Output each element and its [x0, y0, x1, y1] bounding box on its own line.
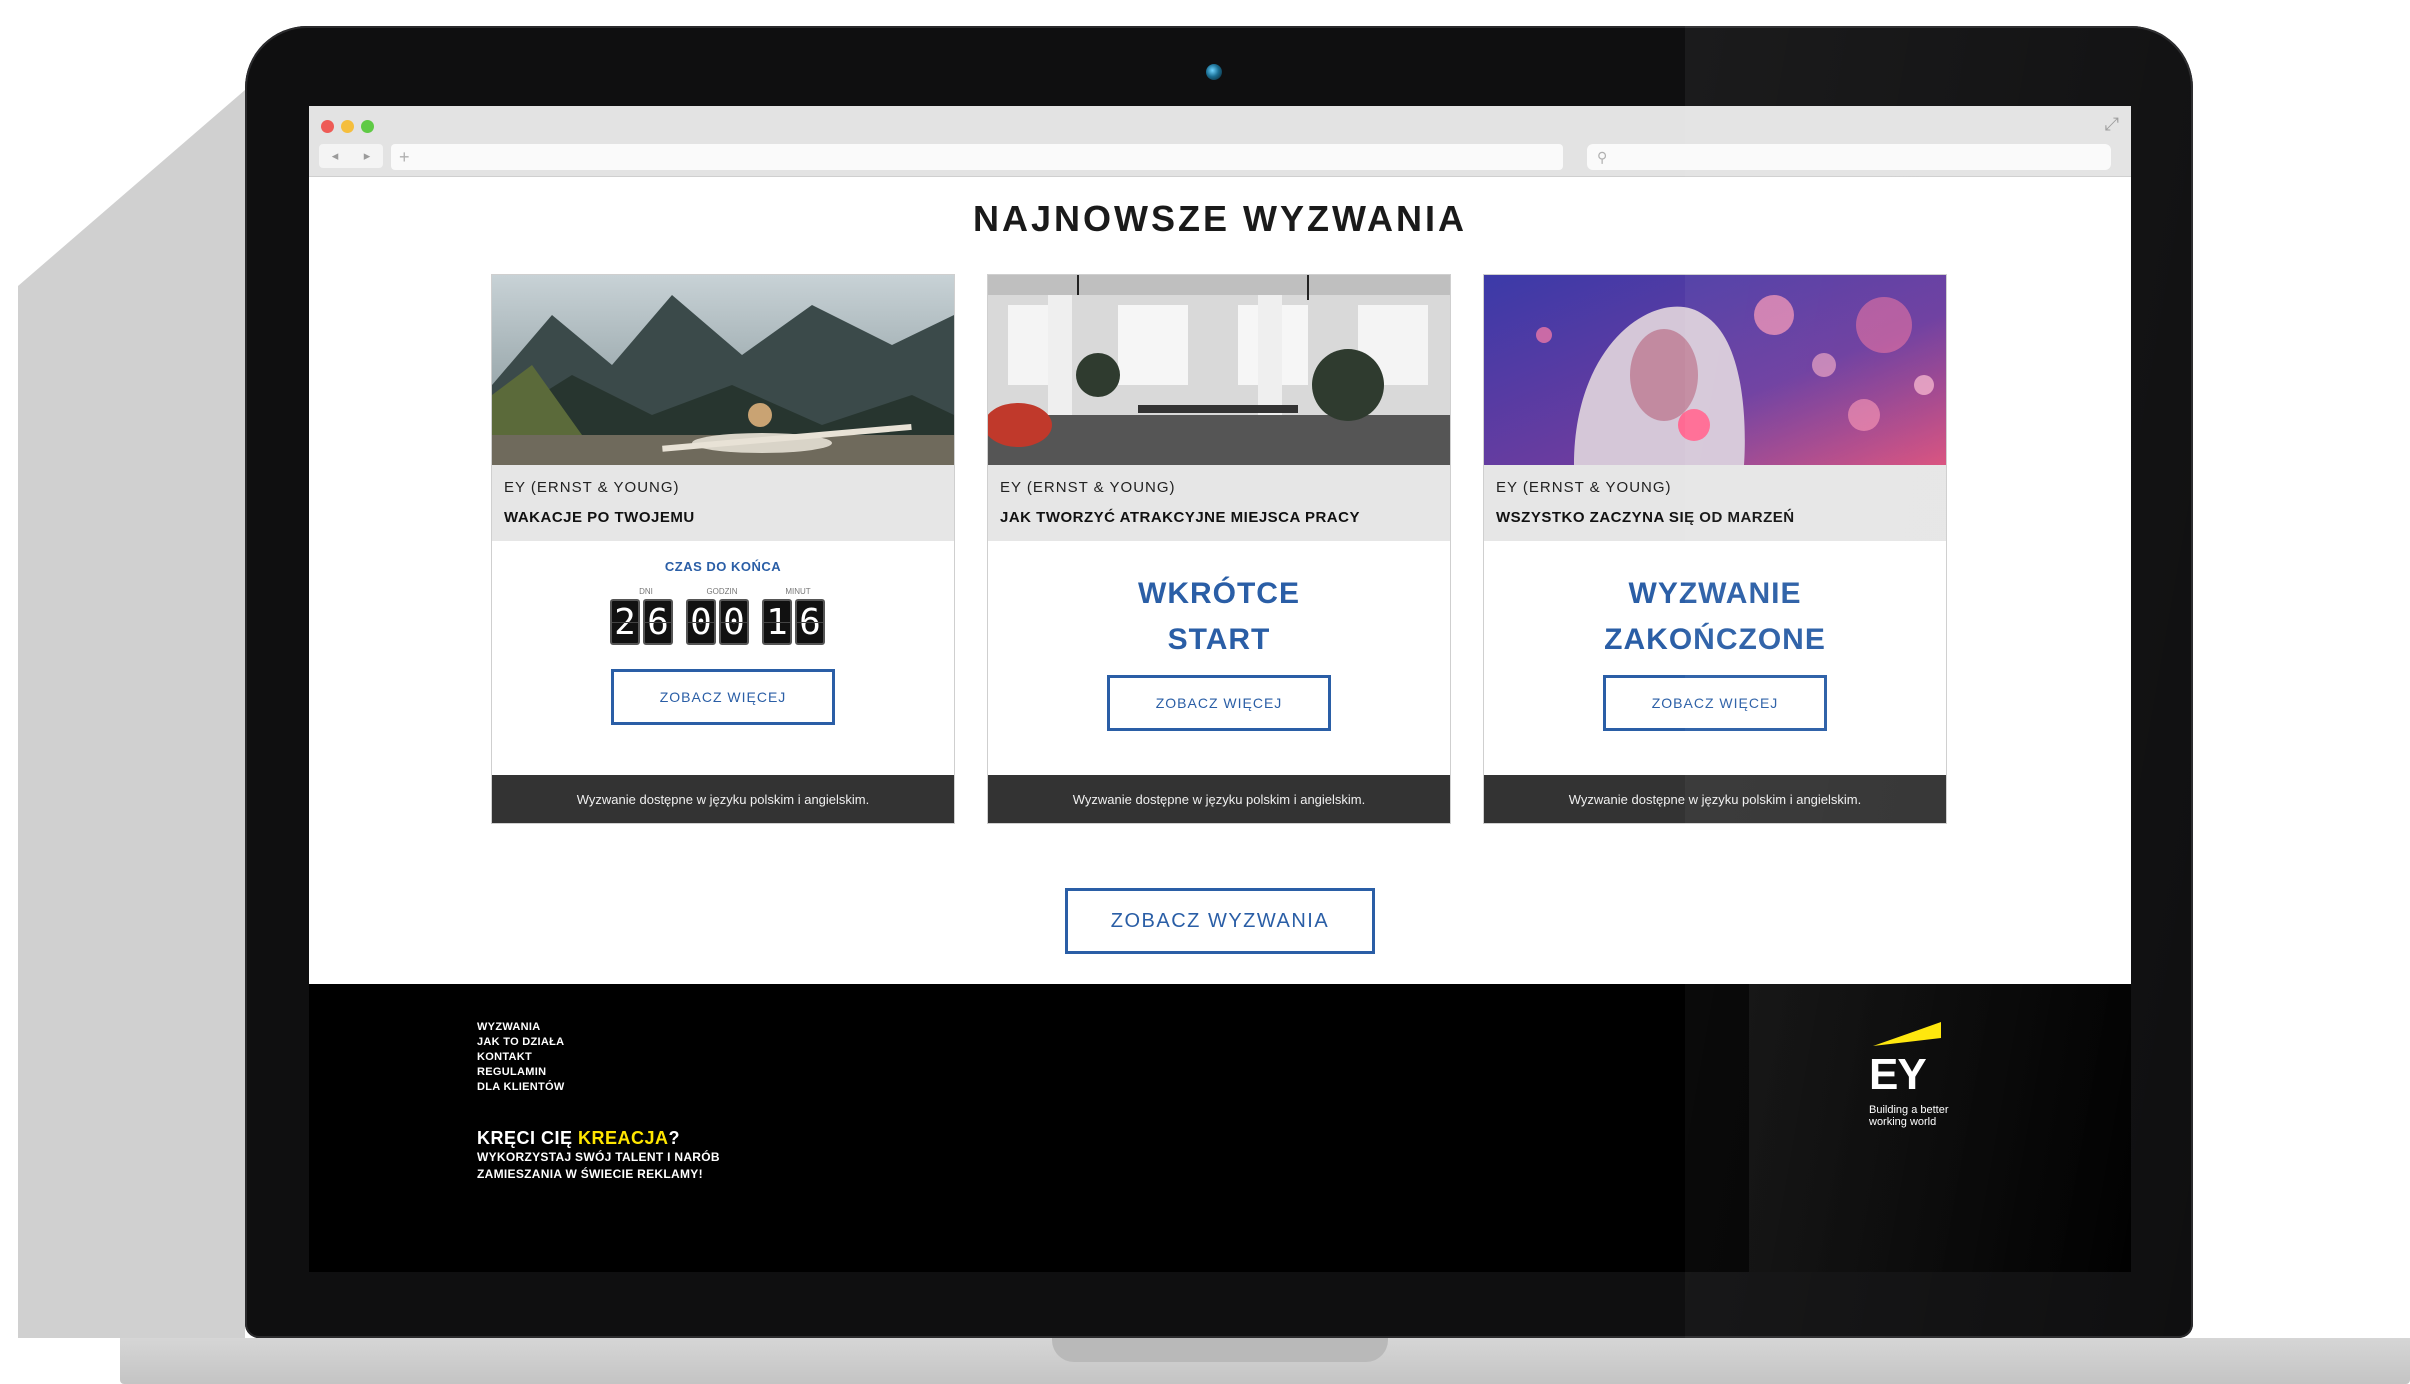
footer-tagline: KRĘCI CIĘ KREACJA? WYKORZYSTAJ SWÓJ TALE… — [477, 1128, 720, 1183]
footer-link-contact[interactable]: KONTAKT — [477, 1050, 565, 1065]
see-more-button[interactable]: ZOBACZ WIĘCEJ — [1603, 675, 1827, 731]
card-header: EY (ERNST & YOUNG) WAKACJE PO TWOJEMU — [492, 465, 954, 541]
window-maximize-icon[interactable] — [361, 120, 374, 133]
countdown-digit: 6 — [795, 599, 825, 645]
challenge-card-1: EY (ERNST & YOUNG) WAKACJE PO TWOJEMU CZ… — [491, 274, 955, 824]
countdown-label: CZAS DO KOŃCA — [664, 559, 782, 574]
ey-logo-text: EY — [1869, 1050, 1927, 1099]
page-title: NAJNOWSZE WYZWANIA — [973, 198, 1467, 239]
card-language-note: Wyzwanie dostępne w języku polskim i ang… — [1484, 775, 1946, 823]
footer-link-challenges[interactable]: WYZWANIA — [477, 1020, 565, 1035]
new-tab-plus-icon[interactable]: + — [399, 147, 410, 168]
countdown-digits: 2 6 0 0 1 6 — [610, 599, 838, 645]
browser-nav: ◂ ▸ — [319, 144, 383, 168]
card-company: EY (ERNST & YOUNG) — [1000, 479, 1176, 496]
card-title[interactable]: JAK TWORZYĆ ATRAKCYJNE MIEJSCA PRACY — [1000, 509, 1360, 526]
countdown-minutes-label: MINUT — [785, 587, 811, 596]
see-more-button[interactable]: ZOBACZ WIĘCEJ — [1107, 675, 1331, 731]
forward-arrow-icon[interactable]: ▸ — [364, 148, 371, 164]
card-language-note: Wyzwanie dostępne w języku polskim i ang… — [492, 775, 954, 823]
card-title[interactable]: WAKACJE PO TWOJEMU — [504, 509, 695, 526]
laptop-screen: ◂ ▸ + ⚲ ⤢ NAJNOWSZE WYZWANIA EY (ERNST &… — [309, 106, 2131, 1272]
footer-link-rules[interactable]: REGULAMIN — [477, 1065, 565, 1080]
footer-nav: WYZWANIA JAK TO DZIAŁA KONTAKT REGULAMIN… — [477, 1020, 565, 1095]
card-language-note: Wyzwanie dostępne w języku polskim i ang… — [988, 775, 1450, 823]
window-minimize-icon[interactable] — [341, 120, 354, 133]
ey-tagline-2: working world — [1869, 1116, 1937, 1128]
see-challenges-button[interactable]: ZOBACZ WYZWANIA — [1065, 888, 1375, 954]
card-image-dreamer — [1484, 275, 1946, 465]
status-line-1: WYZWANIE — [1628, 577, 1802, 610]
tagline-highlight: KREACJA — [578, 1128, 669, 1148]
see-more-button[interactable]: ZOBACZ WIĘCEJ — [611, 669, 835, 725]
challenge-card-3: EY (ERNST & YOUNG) WSZYSTKO ZACZYNA SIĘ … — [1483, 274, 1947, 824]
countdown-digit: 0 — [686, 599, 716, 645]
tagline-line-2: WYKORZYSTAJ SWÓJ TALENT I NARÓB — [477, 1150, 720, 1164]
countdown-hours-label: GODZIN — [706, 587, 738, 596]
countdown-digit: 0 — [719, 599, 749, 645]
ey-logo[interactable]: EY Building a better working world — [1869, 1016, 1979, 1136]
footer-link-how-it-works[interactable]: JAK TO DZIAŁA — [477, 1035, 565, 1050]
ey-logo-tagline: Building a better working world — [1869, 1104, 1979, 1128]
countdown-days-label: DNI — [639, 587, 653, 596]
card-image-mountains — [492, 275, 954, 465]
card-title[interactable]: WSZYSTKO ZACZYNA SIĘ OD MARZEŃ — [1496, 509, 1795, 526]
tagline-prefix: KRĘCI CIĘ — [477, 1128, 579, 1148]
url-bar[interactable]: + — [391, 144, 1563, 170]
site-footer: WYZWANIA JAK TO DZIAŁA KONTAKT REGULAMIN… — [309, 984, 2131, 1272]
window-close-icon[interactable] — [321, 120, 334, 133]
countdown-digit: 6 — [643, 599, 673, 645]
ey-tagline-1: Building a better — [1869, 1104, 1949, 1116]
countdown-digit: 2 — [610, 599, 640, 645]
status-line-2: ZAKOŃCZONE — [1604, 623, 1826, 656]
laptop-notch — [1052, 1338, 1388, 1362]
card-header: EY (ERNST & YOUNG) WSZYSTKO ZACZYNA SIĘ … — [1484, 465, 1946, 541]
tagline-line-3: ZAMIESZANIA W ŚWIECIE REKLAMY! — [477, 1167, 703, 1181]
card-company: EY (ERNST & YOUNG) — [1496, 479, 1672, 496]
webcam — [1206, 64, 1222, 80]
browser-search-bar[interactable]: ⚲ — [1587, 144, 2111, 170]
fullscreen-expand-icon[interactable]: ⤢ — [2105, 114, 2119, 135]
laptop-frame: ◂ ▸ + ⚲ ⤢ NAJNOWSZE WYZWANIA EY (ERNST &… — [245, 26, 2193, 1338]
search-icon: ⚲ — [1597, 148, 1608, 165]
card-company: EY (ERNST & YOUNG) — [504, 479, 680, 496]
status-line-2: START — [1167, 623, 1271, 656]
tagline-suffix: ? — [668, 1128, 681, 1148]
card-header: EY (ERNST & YOUNG) JAK TWORZYĆ ATRAKCYJN… — [988, 465, 1450, 541]
browser-chrome: ◂ ▸ + ⚲ ⤢ — [309, 106, 2131, 177]
status-line-1: WKRÓTCE — [1138, 577, 1300, 610]
tagline-headline: KRĘCI CIĘ KREACJA? — [477, 1128, 720, 1149]
challenge-card-2: EY (ERNST & YOUNG) JAK TWORZYĆ ATRAKCYJN… — [987, 274, 1451, 824]
countdown-digit: 1 — [762, 599, 792, 645]
card-image-office — [988, 275, 1450, 465]
back-arrow-icon[interactable]: ◂ — [332, 148, 339, 164]
footer-link-for-clients[interactable]: DLA KLIENTÓW — [477, 1080, 565, 1095]
